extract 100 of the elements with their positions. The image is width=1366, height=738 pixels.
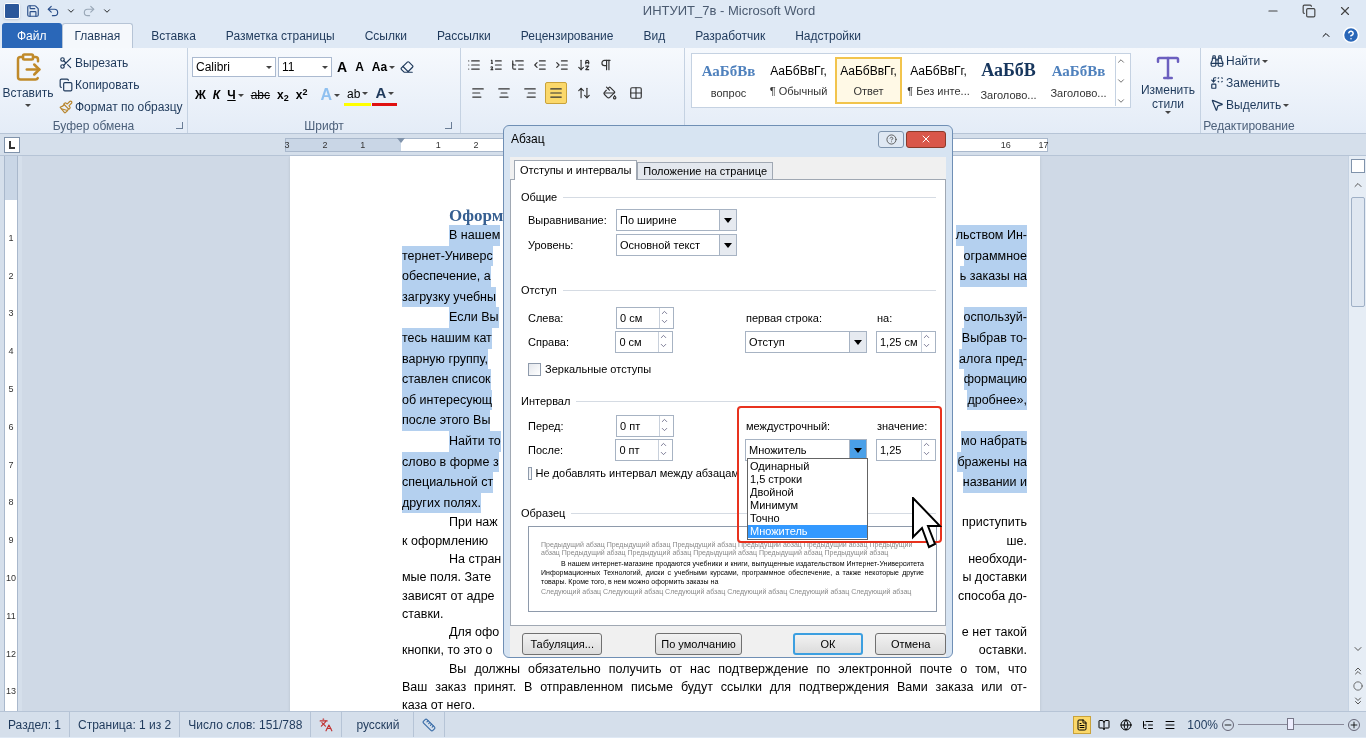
ribbon-tab[interactable]: Надстройки [783, 23, 873, 48]
list-option[interactable]: Точно [748, 512, 867, 525]
dropdown-field[interactable]: Отступ [745, 331, 867, 353]
ribbon-tab[interactable]: Вид [631, 23, 678, 48]
find-button[interactable]: Найти [1207, 50, 1297, 72]
zoom-level[interactable]: 100% [1187, 715, 1222, 734]
dialog-button[interactable]: Отмена [875, 633, 946, 655]
style-item[interactable]: АаБбВвГг, Ответ [835, 57, 902, 104]
dialog-tab[interactable]: Отступы и интервалы [514, 160, 638, 180]
spin-field[interactable]: 0 пт [616, 415, 674, 437]
dialog-launcher-icon[interactable] [176, 122, 183, 129]
bold-button[interactable]: Ж [192, 84, 209, 106]
language-status[interactable]: русский [342, 712, 415, 737]
sort-icon[interactable] [577, 58, 591, 72]
ribbon-tab[interactable]: Главная [61, 23, 134, 48]
grow-font-button[interactable]: A [334, 56, 351, 78]
ribbon-tab[interactable]: Ссылки [352, 23, 419, 48]
restore-icon[interactable] [1302, 4, 1316, 18]
dropdown-field[interactable]: По ширине [616, 209, 737, 231]
help-button[interactable] [878, 130, 904, 148]
style-item[interactable]: АаБбВвГг, ¶ Обычный [765, 57, 832, 104]
document-line: Вы должны обязательно получить от нас подтверждение по электронной почте о том, что [448, 660, 1027, 678]
list-option[interactable]: Двойной [748, 486, 867, 499]
format-painter-button[interactable]: Формат по образцу [56, 96, 186, 118]
file-tab[interactable]: Файл [2, 23, 62, 48]
proofing-icon[interactable] [319, 717, 334, 732]
style-item[interactable]: АаБбВв вопрос [695, 57, 762, 104]
spin-field[interactable]: 1,25 [876, 439, 936, 461]
line-spacing-icon[interactable] [577, 86, 591, 100]
document-line: Ваш заказ принят. В отправленном письме будут ссылки для подтверждения Вами заказа или от- [402, 679, 1027, 696]
browse-object-icon[interactable] [1352, 681, 1363, 691]
dropdown-field[interactable]: Множитель [745, 439, 867, 461]
cut-button[interactable]: Вырезать [56, 52, 186, 74]
subscript-button[interactable]: x$_{2}$ [274, 84, 292, 106]
undo-icon[interactable] [46, 4, 60, 18]
font-size-field[interactable]: 11 [278, 57, 332, 77]
dialog-launcher-icon[interactable] [445, 122, 452, 129]
borders-icon[interactable] [629, 86, 643, 100]
shrink-font-button[interactable]: A [352, 56, 367, 78]
ribbon-tab[interactable]: Разработчик [683, 23, 778, 48]
checkbox[interactable] [528, 466, 532, 480]
dialog-button[interactable]: Табуляция... [522, 633, 603, 655]
zoom-thumb[interactable] [1287, 718, 1294, 730]
style-item[interactable]: АаБбВвГг, ¶ Без инте... [905, 57, 972, 104]
change-styles-button[interactable]: Изменить стили [1137, 53, 1199, 129]
paste-button[interactable]: Вставить [0, 52, 56, 118]
strikethrough-button[interactable]: abc [247, 84, 274, 106]
decrease-indent-icon[interactable] [533, 58, 547, 72]
style-item[interactable]: АаБбВв Заголово... [1045, 57, 1112, 104]
eraser-icon[interactable] [400, 60, 415, 74]
change-case-button[interactable]: Aa [368, 56, 399, 78]
close-button[interactable] [906, 130, 946, 148]
copy-button[interactable]: Копировать [56, 74, 186, 96]
close-icon[interactable] [1338, 4, 1352, 18]
highlight-button[interactable]: ab [344, 84, 372, 106]
dialog-button[interactable]: По умолчанию [655, 633, 742, 655]
view-button[interactable] [1073, 715, 1092, 734]
section-status[interactable]: Раздел: 1 [0, 712, 70, 737]
dropdown-field[interactable]: Основной текст [616, 234, 737, 256]
bullets-icon[interactable] [467, 58, 481, 72]
numbering-icon[interactable] [489, 58, 503, 72]
scroll-thumb[interactable] [1350, 197, 1365, 307]
ribbon-tab[interactable]: Рассылки [424, 23, 503, 48]
save-icon[interactable] [26, 4, 40, 18]
list-option[interactable]: 1,5 строки [748, 473, 867, 486]
ruler-toggle-icon[interactable] [1350, 159, 1365, 173]
spin-field[interactable]: 0 см [615, 331, 673, 353]
dialog-tab[interactable]: Положение на странице [637, 162, 774, 179]
tab-selector[interactable] [4, 136, 20, 153]
multilevel-list-icon[interactable] [511, 58, 525, 72]
ribbon-tab[interactable]: Рецензирование [508, 23, 626, 48]
superscript-button[interactable]: x$^{2}$ [292, 84, 311, 106]
page-status[interactable]: Страница: 1 из 2 [70, 712, 181, 737]
select-button[interactable]: Выделить [1207, 94, 1297, 116]
word-count-status[interactable]: Число слов: 151/788 [180, 712, 312, 737]
list-option[interactable]: Минимум [748, 499, 867, 512]
font-color-button[interactable]: A [372, 84, 398, 106]
ribbon-tab[interactable]: Разметка страницы [213, 23, 347, 48]
underline-button[interactable]: Ч [224, 84, 247, 106]
checkbox[interactable] [528, 362, 541, 376]
ribbon-tab[interactable]: Вставка [139, 23, 208, 48]
ruler-number: 9 [7, 535, 15, 546]
replace-button[interactable]: Заменить [1207, 72, 1297, 94]
gallery-scrollbar[interactable] [1115, 55, 1127, 106]
style-item[interactable]: АаБбВ Заголово... [975, 57, 1042, 104]
italic-button[interactable]: К [209, 84, 224, 106]
caret-icon[interactable] [66, 6, 76, 16]
spin-field[interactable]: 0 пт [615, 439, 673, 461]
spin-field[interactable]: 1,25 см [876, 331, 936, 353]
align-button[interactable] [545, 82, 567, 104]
spin-field[interactable]: 0 см [616, 307, 674, 329]
list-option[interactable]: Одинарный [748, 460, 867, 473]
font-name-field[interactable]: Calibri [192, 57, 276, 77]
customize-icon[interactable] [102, 6, 112, 16]
indent-marker-icon[interactable] [397, 137, 405, 143]
help-icon[interactable] [1342, 26, 1360, 44]
dialog-button[interactable]: ОК [792, 633, 864, 655]
paint-bucket-icon[interactable] [603, 86, 617, 100]
increase-indent-icon[interactable] [555, 58, 569, 72]
pilcrow-icon[interactable] [599, 58, 613, 72]
